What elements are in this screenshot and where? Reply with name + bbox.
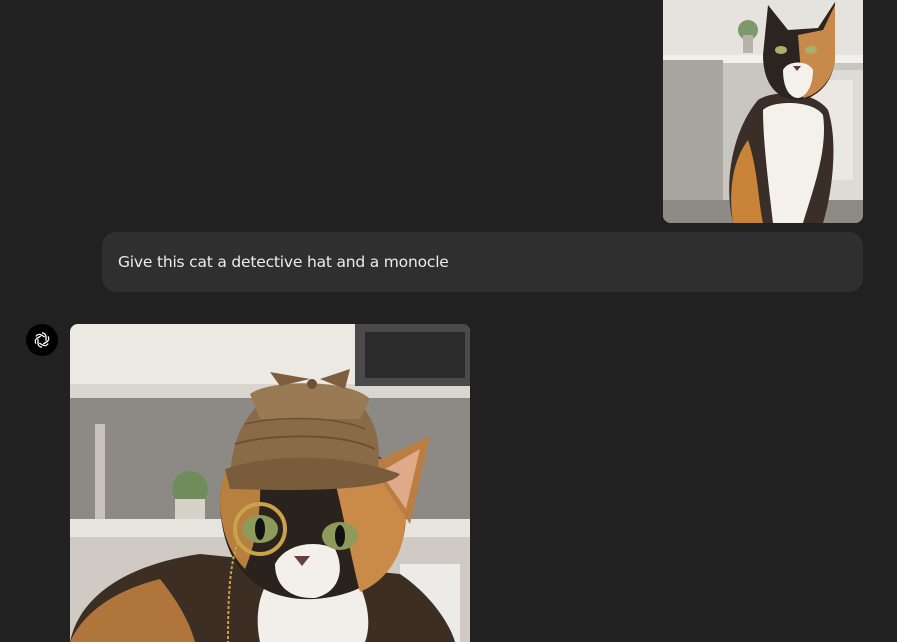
generated-detective-cat-image[interactable] — [70, 324, 470, 642]
user-message-bubble: Give this cat a detective hat and a mono… — [102, 232, 863, 292]
user-uploaded-cat-image[interactable] — [663, 0, 863, 223]
openai-logo-icon — [26, 324, 58, 356]
calico-cat-photo — [663, 0, 863, 223]
chat-view: Give this cat a detective hat and a mono… — [0, 0, 897, 642]
user-message-text: Give this cat a detective hat and a mono… — [118, 253, 449, 271]
detective-cat-picture — [70, 324, 470, 642]
openai-logo-glyph — [34, 332, 50, 348]
